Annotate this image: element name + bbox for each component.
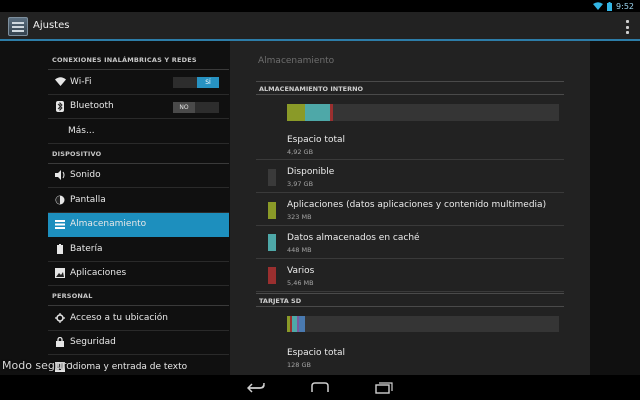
- entry-size: 5,46 MB: [287, 279, 314, 287]
- storage-entry-apps[interactable]: Aplicaciones (datos aplicaciones y conte…: [256, 193, 564, 226]
- sidebar-item-apps[interactable]: Aplicaciones: [48, 262, 229, 286]
- storage-entry-available[interactable]: Disponible 3,97 GB: [256, 160, 564, 193]
- lock-icon: [52, 337, 68, 348]
- wifi-icon: [593, 2, 604, 10]
- entry-size: 128 GB: [287, 361, 311, 369]
- content-area: CONEXIONES INALÁMBRICAS Y REDES Wi-Fi SÍ…: [0, 41, 640, 380]
- sidebar-item-storage[interactable]: Almacenamiento: [48, 212, 229, 237]
- entry-size: 448 MB: [287, 246, 312, 254]
- color-swatch: [268, 202, 276, 219]
- storage-entry-cache[interactable]: Datos almacenados en caché 448 MB: [256, 226, 564, 259]
- sidebar-item-label: Wi-Fi: [70, 76, 92, 87]
- section-header-personal: PERSONAL: [48, 286, 229, 306]
- bluetooth-icon: [52, 100, 68, 112]
- speaker-icon: [52, 170, 68, 181]
- color-swatch: [268, 169, 276, 186]
- entry-size: 4,92 GB: [287, 148, 314, 156]
- sidebar-item-sound[interactable]: Sonido: [48, 164, 229, 188]
- entry-size: 3,97 GB: [287, 180, 314, 188]
- sidebar-item-more[interactable]: Más...: [48, 119, 229, 144]
- wifi-icon: [52, 77, 68, 87]
- action-bar: Ajustes: [0, 12, 640, 41]
- sidebar-item-label: Más...: [68, 125, 95, 136]
- storage-panel: Almacenamiento ALMACENAMIENTO INTERNO Es…: [230, 41, 590, 375]
- sidebar-item-label: Aplicaciones: [70, 268, 127, 279]
- color-swatch: [268, 234, 276, 251]
- safe-mode-label: Modo seguro: [2, 359, 73, 372]
- sidebar-item-security[interactable]: Seguridad: [48, 331, 229, 355]
- sidebar-item-label: Batería: [70, 243, 103, 254]
- entry-title: Aplicaciones (datos aplicaciones y conte…: [287, 200, 547, 210]
- settings-app-icon[interactable]: [8, 17, 28, 36]
- entry-title: Varios: [287, 266, 315, 276]
- apps-icon: [52, 268, 68, 279]
- status-icons: 9:52: [593, 0, 634, 12]
- storage-icon: [52, 219, 68, 229]
- storage-bar-segment: [332, 104, 559, 121]
- internal-storage-bar: [287, 104, 559, 121]
- home-icon[interactable]: [309, 380, 331, 395]
- bluetooth-toggle[interactable]: NO: [173, 101, 219, 113]
- sidebar-item-label: Idioma y entrada de texto: [70, 361, 188, 372]
- storage-bar-segment: [304, 316, 559, 332]
- sd-storage-bar: [287, 316, 559, 332]
- sidebar-item-label: Almacenamiento: [70, 219, 147, 230]
- recent-apps-icon[interactable]: [373, 380, 395, 395]
- status-bar: 9:52: [0, 0, 640, 12]
- section-header-device: DISPOSITIVO: [48, 144, 229, 164]
- entry-title: Espacio total: [287, 348, 345, 358]
- sidebar-item-battery[interactable]: Batería: [48, 237, 229, 262]
- location-icon: [52, 312, 68, 323]
- sidebar-item-wifi[interactable]: Wi-Fi SÍ: [48, 70, 229, 95]
- entry-title: Datos almacenados en caché: [287, 233, 420, 243]
- app-title: Ajustes: [33, 20, 70, 31]
- entry-size: 323 MB: [287, 213, 312, 221]
- storage-entry-misc[interactable]: Varios 5,46 MB: [256, 259, 564, 292]
- storage-bar-segment: [304, 104, 330, 121]
- sd-entry-total[interactable]: Espacio total 128 GB: [256, 339, 564, 375]
- battery-icon: [52, 243, 68, 254]
- sidebar-item-label: Seguridad: [70, 337, 116, 348]
- sidebar-item-bluetooth[interactable]: Bluetooth NO: [48, 95, 229, 119]
- storage-entry-total[interactable]: Espacio total 4,92 GB: [256, 127, 564, 160]
- toggle-label: NO: [173, 101, 195, 113]
- back-icon[interactable]: [245, 380, 267, 395]
- sidebar-item-label: Pantalla: [70, 194, 106, 205]
- brightness-icon: [52, 195, 68, 205]
- sidebar-item-label: Bluetooth: [70, 101, 114, 112]
- internal-storage-header: ALMACENAMIENTO INTERNO: [256, 81, 564, 95]
- toggle-label: SÍ: [197, 77, 219, 88]
- sidebar-item-label: Sonido: [70, 170, 101, 181]
- wifi-toggle[interactable]: SÍ: [173, 77, 219, 88]
- navigation-bar: [0, 375, 640, 400]
- entry-title: Disponible: [287, 167, 335, 177]
- overflow-menu-icon[interactable]: [624, 20, 630, 34]
- sidebar-item-display[interactable]: Pantalla: [48, 188, 229, 213]
- section-header-wireless: CONEXIONES INALÁMBRICAS Y REDES: [48, 50, 229, 70]
- sidebar-item-location[interactable]: Acceso a tu ubicación: [48, 306, 229, 331]
- entry-title: Espacio total: [287, 135, 345, 145]
- battery-icon: [607, 1, 613, 11]
- panel-title: Almacenamiento: [258, 56, 335, 66]
- settings-sidebar: CONEXIONES INALÁMBRICAS Y REDES Wi-Fi SÍ…: [48, 41, 229, 380]
- storage-bar-segment: [287, 104, 305, 121]
- sidebar-item-label: Acceso a tu ubicación: [70, 312, 168, 323]
- color-swatch: [268, 267, 276, 284]
- sd-card-header: TARJETA SD: [256, 293, 564, 307]
- clock: 9:52: [616, 1, 634, 11]
